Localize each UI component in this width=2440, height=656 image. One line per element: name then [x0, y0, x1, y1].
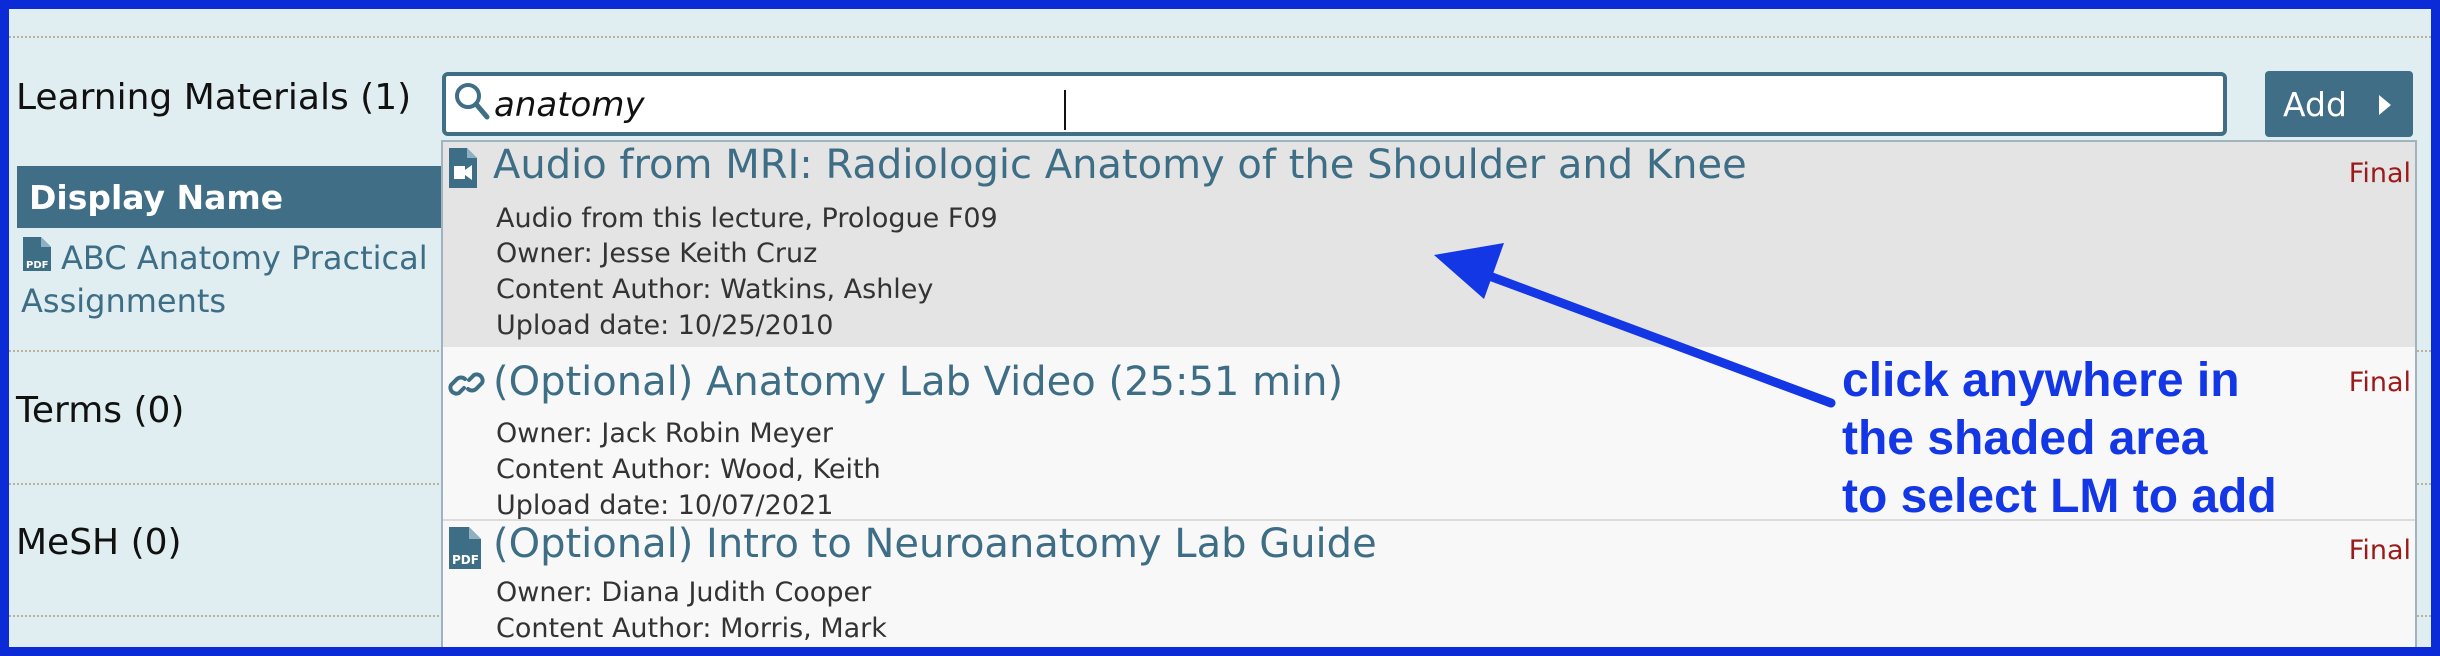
search-input[interactable]	[442, 72, 2227, 136]
result-owner: Owner: Jesse Keith Cruz	[496, 238, 818, 269]
result-owner: Owner: Diana Judith Cooper	[496, 577, 872, 608]
annotation-line: click anywhere in	[1842, 354, 2240, 407]
status-badge: Final	[2348, 535, 2411, 566]
terms-heading: Terms (0)	[16, 390, 185, 431]
result-author: Content Author: Watkins, Ashley	[496, 274, 934, 305]
result-upload-date: Upload date: 10/07/2021	[496, 490, 834, 521]
audio-file-icon	[447, 148, 479, 195]
lm-title-line2: Assignments	[21, 282, 227, 320]
search-result-item[interactable]: PDF (Optional) Intro to Neuroanatomy Lab…	[443, 521, 2415, 647]
search-result-item[interactable]: Audio from MRI: Radiologic Anatomy of th…	[443, 142, 2415, 347]
link-icon	[447, 369, 487, 404]
result-title: Audio from MRI: Radiologic Anatomy of th…	[493, 142, 1747, 188]
result-upload-date: Upload date: 10/25/2010	[496, 310, 834, 341]
lm-title-line1: ABC Anatomy Practical	[61, 239, 428, 277]
mesh-heading: MeSH (0)	[16, 522, 182, 563]
add-button[interactable]: Add	[2265, 71, 2413, 137]
svg-text:PDF: PDF	[26, 260, 48, 271]
page-frame: Learning Materials (1) Display Name PDF …	[9, 9, 2431, 647]
annotation-callout: click anywhere in the shaded area to sel…	[1842, 352, 2362, 526]
result-title: (Optional) Intro to Neuroanatomy Lab Gui…	[493, 521, 1377, 567]
annotation-line: to select LM to add	[1842, 470, 2277, 523]
divider	[9, 36, 2431, 38]
pdf-file-icon: PDF	[447, 527, 483, 576]
result-description: Audio from this lecture, Prologue F09	[496, 203, 998, 234]
annotation-line: the shaded area	[1842, 412, 2208, 465]
search-field[interactable]	[492, 82, 2196, 128]
pdf-file-icon: PDF	[21, 237, 53, 282]
text-caret	[1064, 90, 1066, 130]
result-author: Content Author: Wood, Keith	[496, 454, 881, 485]
search-icon	[454, 82, 490, 127]
column-header-display-name: Display Name	[29, 178, 284, 217]
lm-row-link[interactable]: PDF ABC Anatomy Practical Assignments	[21, 237, 451, 321]
result-owner: Owner: Jack Robin Meyer	[496, 418, 833, 449]
result-title: (Optional) Anatomy Lab Video (25:51 min)	[493, 359, 1344, 405]
caret-right-icon	[2379, 95, 2391, 115]
result-author: Content Author: Morris, Mark	[496, 613, 887, 644]
svg-text:PDF: PDF	[452, 553, 479, 567]
status-badge: Final	[2348, 158, 2411, 189]
add-button-label: Add	[2283, 85, 2347, 124]
learning-materials-heading: Learning Materials (1)	[16, 77, 412, 118]
